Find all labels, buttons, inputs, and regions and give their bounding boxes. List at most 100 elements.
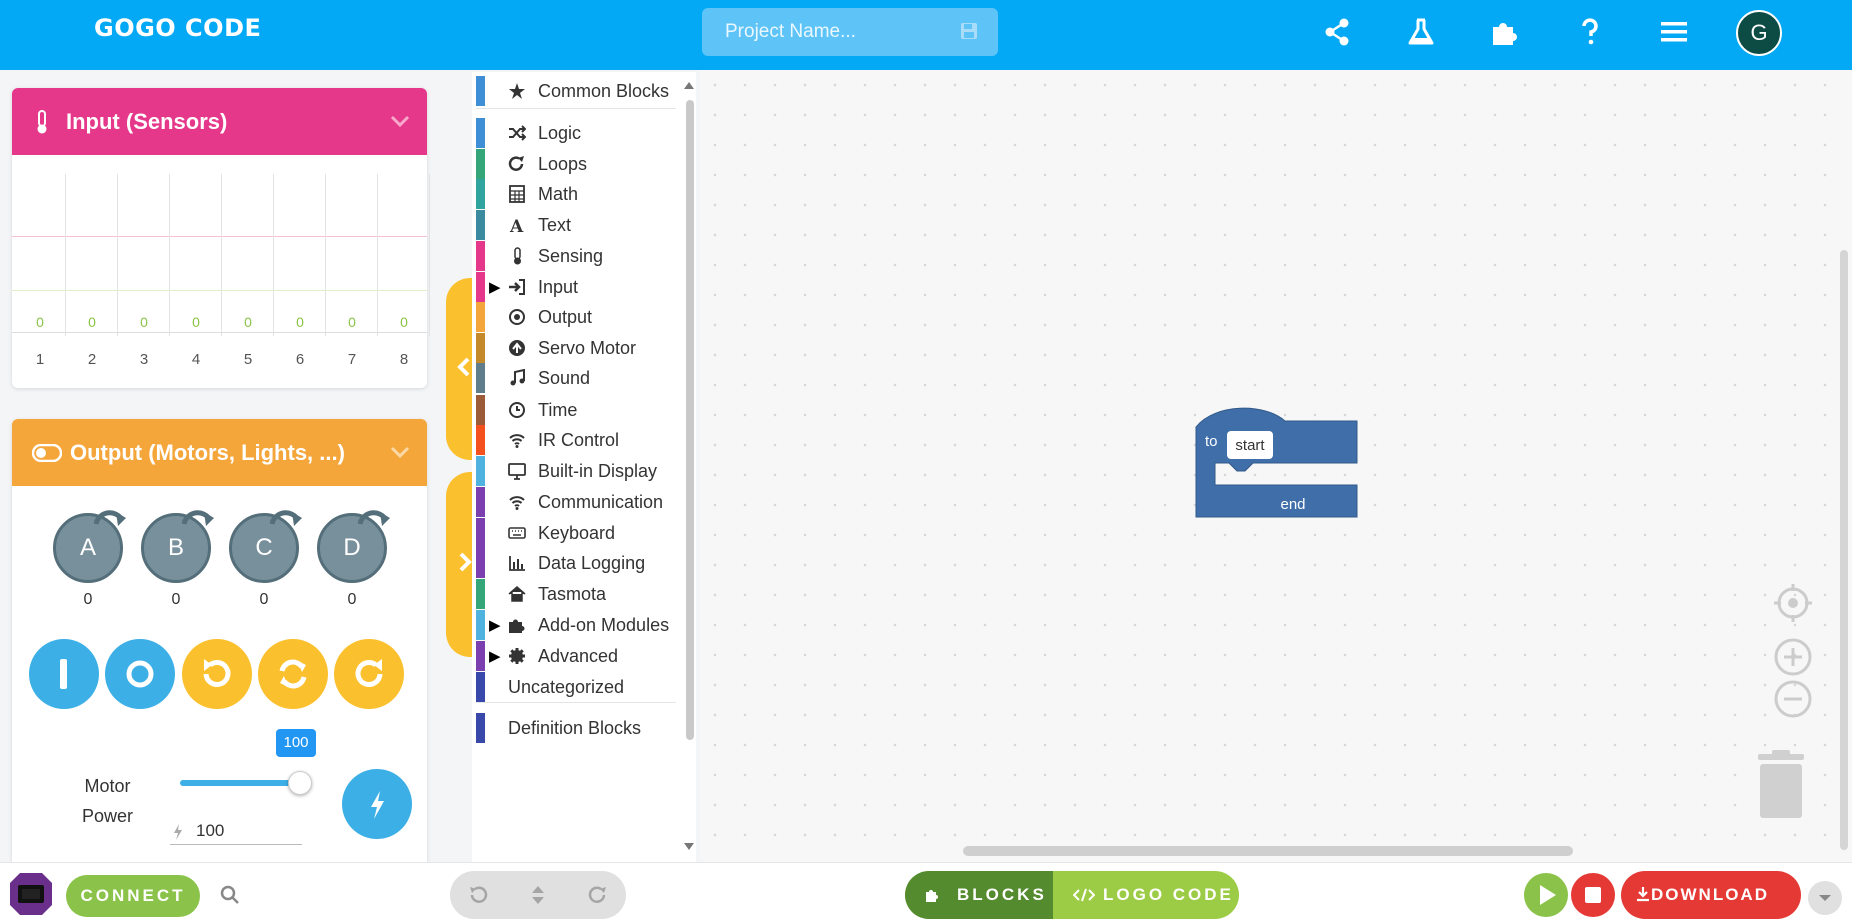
category-input[interactable]: ▶ Input bbox=[472, 272, 682, 302]
toggle-icon bbox=[32, 443, 62, 462]
redo-icon[interactable] bbox=[586, 883, 610, 907]
workspace-horizontal-scrollbar[interactable] bbox=[963, 846, 1573, 856]
download-button[interactable]: DOWNLOAD bbox=[1621, 871, 1801, 919]
category-definition-blocks[interactable]: Definition Blocks bbox=[472, 713, 682, 743]
procedure-block[interactable]: to start end bbox=[1195, 407, 1365, 531]
help-icon[interactable] bbox=[1573, 15, 1607, 49]
category-time[interactable]: Time bbox=[472, 395, 682, 425]
motor-port-value: 0 bbox=[259, 591, 269, 608]
category-math[interactable]: Math bbox=[472, 179, 682, 209]
trash-icon[interactable] bbox=[1754, 750, 1808, 820]
category-output[interactable]: Output bbox=[472, 302, 682, 332]
stop-button[interactable] bbox=[1571, 873, 1615, 917]
run-button[interactable] bbox=[1524, 873, 1568, 917]
category-color-bar bbox=[476, 76, 485, 106]
blocks-tab[interactable]: BLOCKS bbox=[905, 871, 1053, 919]
category-label: Keyboard bbox=[538, 523, 616, 543]
blocks-workspace[interactable]: to start end bbox=[700, 70, 1852, 862]
motor-this-way-button[interactable] bbox=[182, 639, 252, 709]
board-icon[interactable] bbox=[8, 871, 54, 917]
category-built-in-display[interactable]: Built-in Display bbox=[472, 456, 682, 486]
category-communication[interactable]: Communication bbox=[472, 487, 682, 517]
category-label: Advanced bbox=[538, 646, 619, 666]
category-label: Add-on Modules bbox=[538, 615, 670, 635]
power-slider-track[interactable] bbox=[180, 780, 298, 786]
expand-triangle-icon[interactable]: ▶ bbox=[489, 616, 501, 634]
desktop-icon bbox=[508, 463, 526, 480]
motor-port-a[interactable]: A bbox=[53, 510, 126, 583]
sensor-value: 0 bbox=[36, 314, 44, 330]
motor-off-button[interactable] bbox=[105, 639, 175, 709]
category-label: Sound bbox=[538, 368, 591, 388]
sort-icon[interactable] bbox=[526, 883, 550, 907]
chevron-down-icon[interactable] bbox=[389, 441, 411, 463]
motor-power-label-line1: Motor bbox=[84, 776, 131, 796]
motor-that-way-button[interactable] bbox=[334, 639, 404, 709]
category-color-bar bbox=[476, 610, 485, 640]
search-icon[interactable] bbox=[220, 885, 240, 905]
workspace-vertical-scrollbar[interactable] bbox=[1840, 250, 1848, 850]
zoom-out-icon[interactable] bbox=[1772, 678, 1814, 720]
puzzle-icon[interactable] bbox=[1488, 15, 1522, 49]
category-loops[interactable]: Loops bbox=[472, 149, 682, 179]
user-avatar[interactable]: G bbox=[1736, 10, 1782, 56]
project-name-input[interactable]: Project Name... bbox=[702, 8, 998, 56]
zoom-in-icon[interactable] bbox=[1772, 636, 1814, 678]
logo-code-tab[interactable]: LOGO CODE bbox=[1053, 871, 1239, 919]
category-tasmota[interactable]: Tasmota bbox=[472, 579, 682, 609]
category-label: Sensing bbox=[538, 246, 604, 266]
toolbox-scrollbar[interactable] bbox=[686, 100, 694, 740]
undo-icon[interactable] bbox=[466, 883, 490, 907]
share-icon[interactable] bbox=[1320, 15, 1354, 49]
category-label: Tasmota bbox=[538, 584, 607, 604]
category-ir-control[interactable]: IR Control bbox=[472, 425, 682, 455]
category-common-blocks[interactable]: Common Blocks bbox=[472, 76, 682, 106]
set-power-button[interactable] bbox=[342, 769, 412, 839]
save-icon[interactable] bbox=[960, 22, 978, 40]
motor-port-label: D bbox=[343, 534, 361, 561]
category-color-bar bbox=[476, 425, 485, 455]
power-tooltip: 100 bbox=[276, 729, 316, 757]
more-options-button[interactable] bbox=[1808, 881, 1842, 915]
category-add-on-modules[interactable]: ▶ Add-on Modules bbox=[472, 610, 682, 640]
logo-code-tab-label: LOGO CODE bbox=[1103, 885, 1234, 904]
output-panel-header[interactable]: Output (Motors, Lights, ...) bbox=[12, 419, 427, 486]
chevron-down-icon[interactable] bbox=[389, 110, 411, 132]
category-keyboard[interactable]: Keyboard bbox=[472, 518, 682, 548]
wifi-icon bbox=[509, 496, 525, 510]
recenter-icon[interactable] bbox=[1772, 582, 1814, 624]
scroll-down-arrow-icon[interactable] bbox=[682, 842, 696, 852]
category-sound[interactable]: Sound bbox=[472, 363, 682, 393]
category-servo-motor[interactable]: Servo Motor bbox=[472, 333, 682, 363]
category-advanced[interactable]: ▶ Advanced bbox=[472, 641, 682, 671]
puzzle-icon bbox=[926, 890, 938, 902]
motor-on-button[interactable] bbox=[29, 639, 99, 709]
expand-triangle-icon[interactable]: ▶ bbox=[489, 278, 501, 296]
stop-icon bbox=[1585, 887, 1601, 903]
category-uncategorized[interactable]: Uncategorized bbox=[472, 672, 682, 702]
undo-icon bbox=[203, 659, 231, 687]
motor-port-c[interactable]: C bbox=[229, 510, 302, 583]
output-panel-title: Output (Motors, Lights, ...) bbox=[70, 439, 345, 465]
code-icon bbox=[1073, 888, 1095, 902]
category-logic[interactable]: Logic bbox=[472, 118, 682, 148]
flask-icon[interactable] bbox=[1404, 15, 1438, 49]
motor-port-b[interactable]: B bbox=[141, 510, 214, 583]
power-input[interactable]: 100 bbox=[170, 817, 302, 845]
redo-icon bbox=[355, 659, 383, 687]
category-sensing[interactable]: Sensing bbox=[472, 241, 682, 271]
category-color-bar bbox=[476, 518, 485, 548]
expand-triangle-icon[interactable]: ▶ bbox=[489, 647, 501, 665]
category-data-logging[interactable]: Data Logging bbox=[472, 548, 682, 578]
scroll-up-arrow-icon[interactable] bbox=[682, 80, 696, 90]
category-label: Servo Motor bbox=[538, 338, 637, 358]
connect-button[interactable]: CONNECT bbox=[66, 875, 200, 917]
motor-reverse-button[interactable] bbox=[258, 639, 328, 709]
sensor-number: 5 bbox=[243, 351, 253, 368]
sensors-panel-header[interactable]: Input (Sensors) bbox=[12, 88, 427, 155]
motor-port-d[interactable]: D bbox=[317, 510, 390, 583]
category-text[interactable]: A Text bbox=[472, 210, 682, 240]
category-separator bbox=[476, 108, 676, 109]
power-slider-knob[interactable] bbox=[288, 771, 312, 795]
menu-icon[interactable] bbox=[1657, 15, 1691, 49]
